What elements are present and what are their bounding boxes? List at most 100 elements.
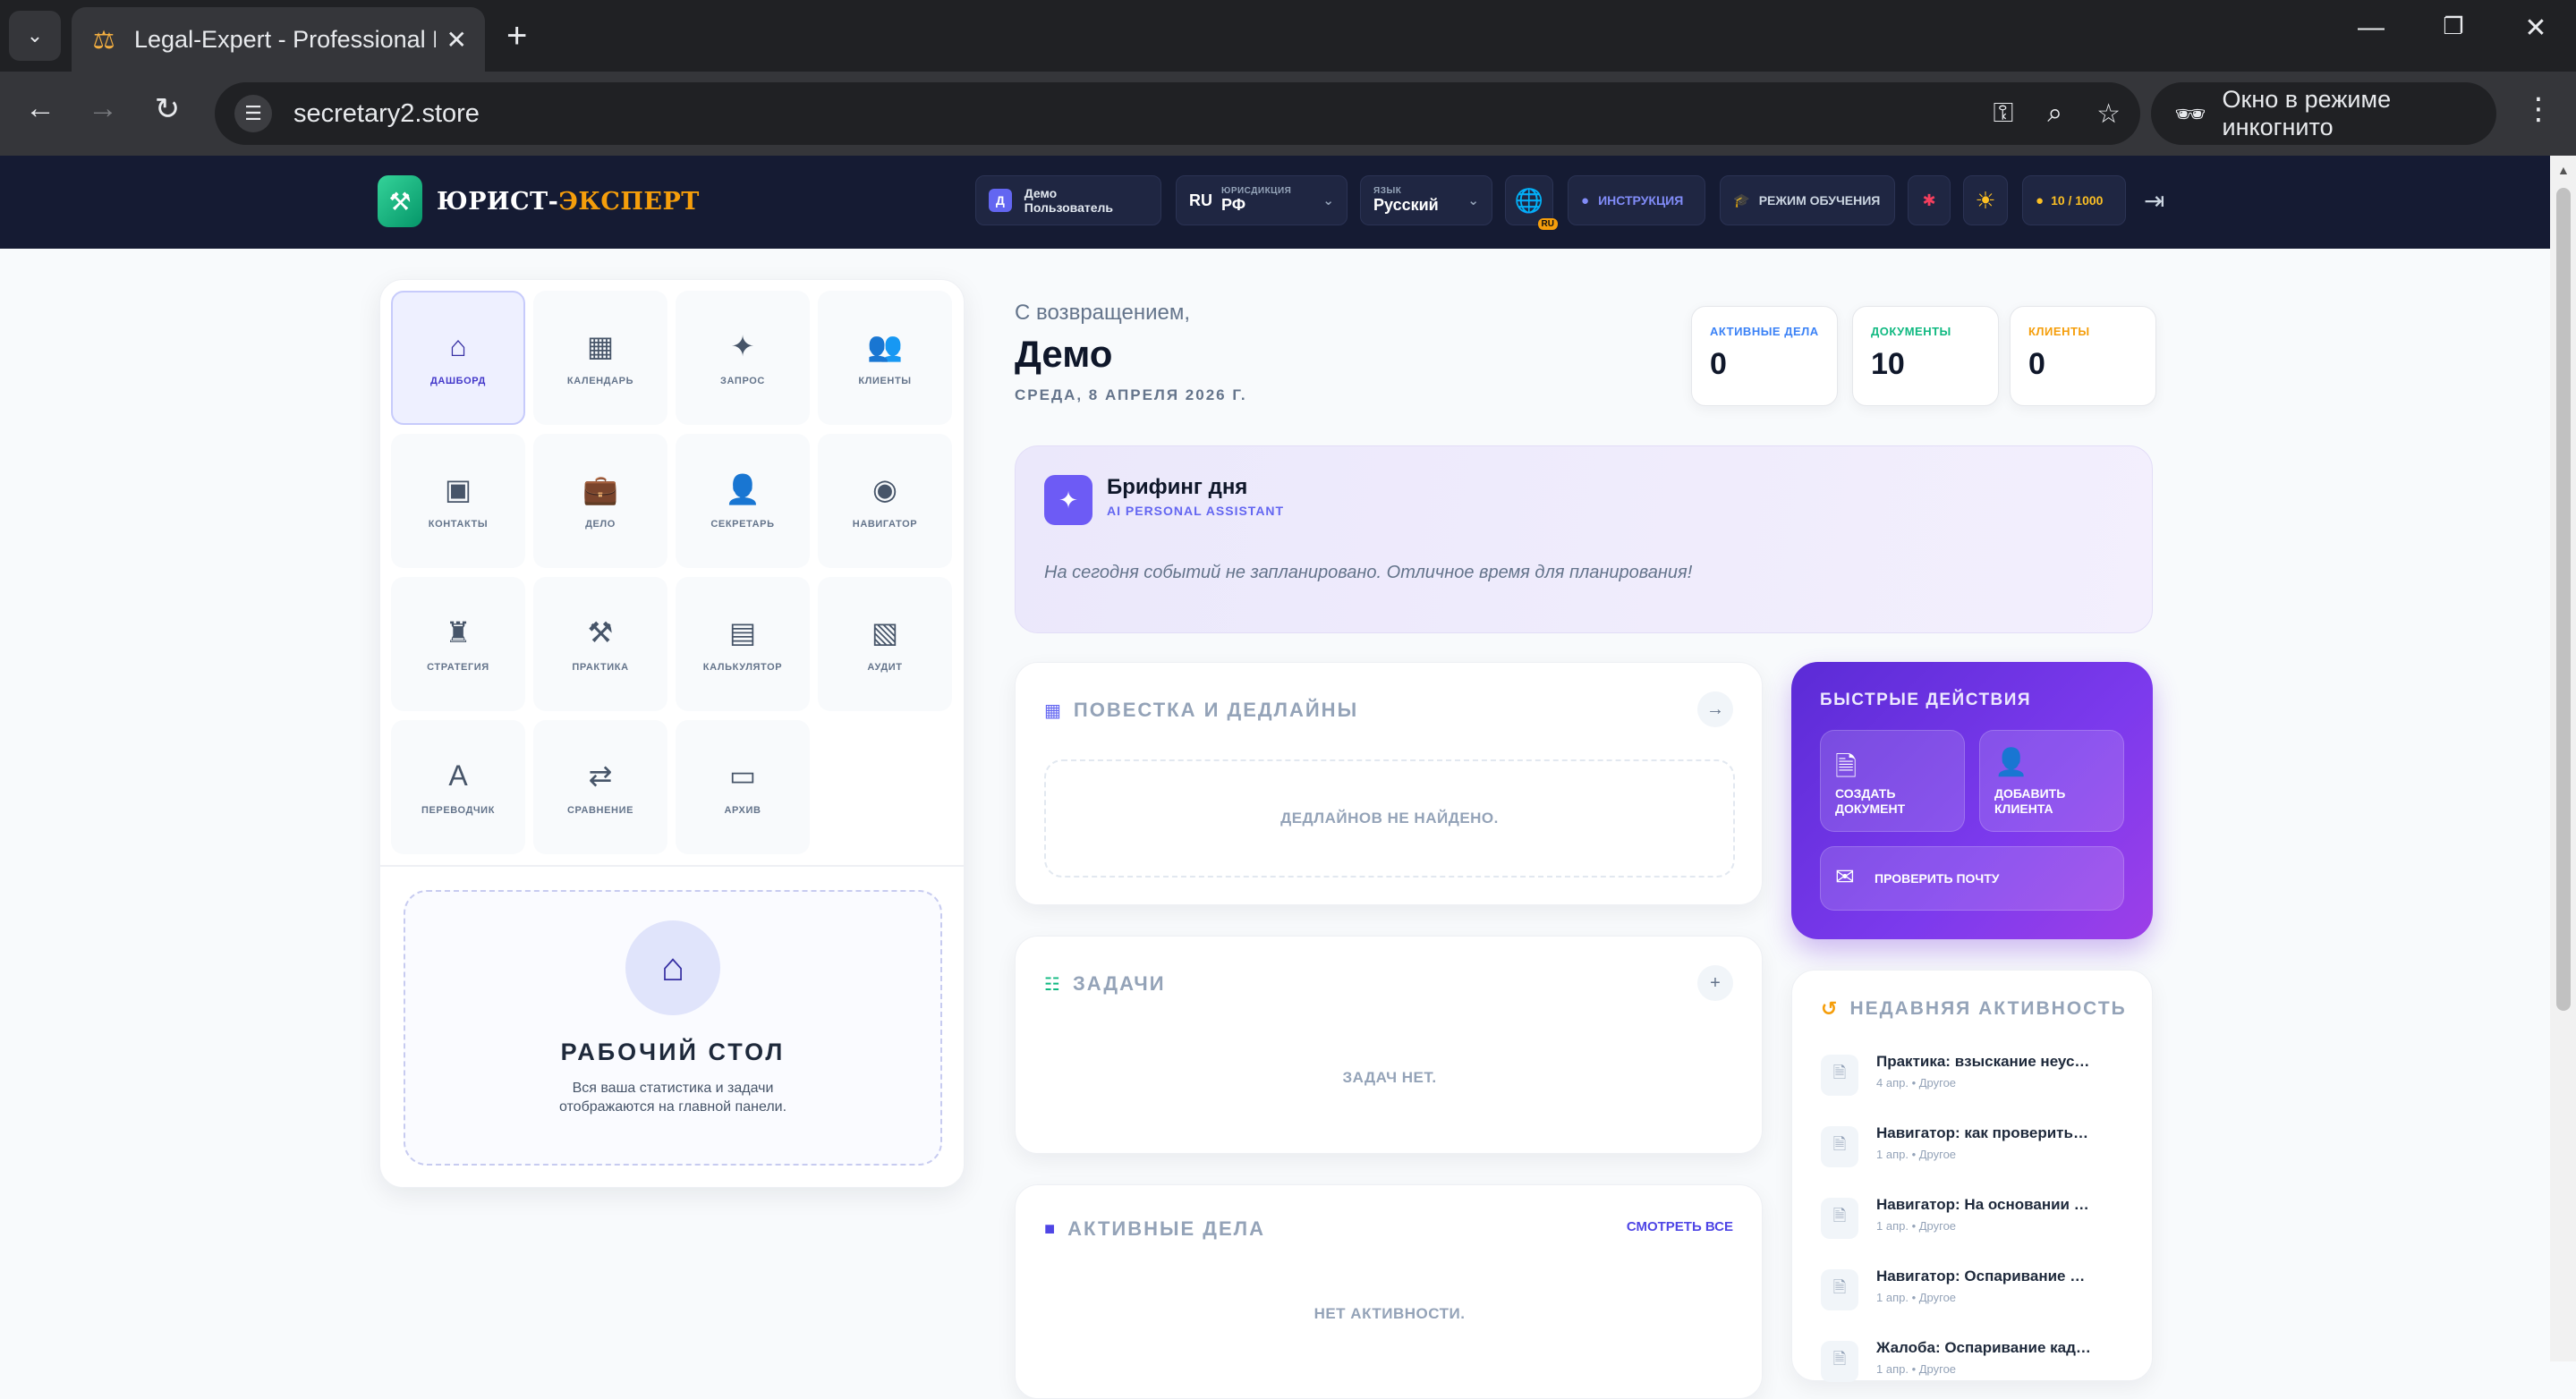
contact-card-icon: ▣	[444, 473, 472, 505]
module-sidebar: ⌂ ДАШБОРД ▦ КАЛЕНДАРЬ ✦ ЗАПРОС 👥 КЛИЕНТЫ ▣ КОНТАК…	[379, 279, 965, 1188]
key-icon[interactable]: ⚿	[1993, 98, 2013, 129]
module-label: КАЛЬКУЛЯТОР	[702, 662, 783, 673]
briefcase-icon: ■	[1044, 1218, 1058, 1239]
globe-button[interactable]: 🌐 RU	[1505, 175, 1558, 230]
module-calendar[interactable]: ▦ КАЛЕНДАРЬ	[533, 291, 667, 425]
quick-actions-card: БЫСТРЫЕ ДЕЙСТВИЯ 🗎 СОЗДАТЬ ДОКУМЕНТ 👤 ДОБ…	[1791, 662, 2153, 939]
jurisdiction-select[interactable]: RU ЮРИСДИКЦИЯ РФ ⌄	[1176, 175, 1348, 225]
module-home[interactable]: ⌂ ДАШБОРД	[391, 291, 525, 425]
stat-value: 0	[2028, 347, 2045, 381]
language-select[interactable]: ЯЗЫК Русский ⌄	[1360, 175, 1492, 225]
module-briefcase[interactable]: 💼 ДЕЛО	[533, 434, 667, 568]
training-mode-button[interactable]: 🎓 РЕЖИМ ОБУЧЕНИЯ	[1720, 175, 1895, 225]
credits-badge[interactable]: ● 10 / 1000	[2022, 175, 2126, 225]
view-all-link[interactable]: СМОТРЕТЬ ВСЕ	[1627, 1219, 1733, 1234]
module-secretary[interactable]: 👤 СЕКРЕТАРЬ	[676, 434, 810, 568]
activity-item[interactable]: 🗎 Жалоба: Оспаривание кадастровой 1 апр. •…	[1821, 1335, 2125, 1393]
instruction-button[interactable]: ● ИНСТРУКЦИЯ	[1568, 175, 1705, 225]
arrow-right-icon[interactable]: →	[1697, 691, 1733, 727]
module-translate[interactable]: A ПЕРЕВОДЧИК	[391, 720, 525, 854]
module-chess[interactable]: ♜ СТРАТЕГИЯ	[391, 577, 525, 711]
tasks-title: ЗАДАЧИ	[1072, 972, 1166, 995]
module-label: ЗАПРОС	[720, 376, 765, 386]
scrollbar-thumb[interactable]	[2556, 188, 2571, 1011]
minimize-button[interactable]: —	[2344, 13, 2398, 43]
create-document-button[interactable]: 🗎 СОЗДАТЬ ДОКУМЕНТ	[1820, 730, 1965, 832]
module-label: АРХИВ	[724, 805, 761, 816]
activity-item[interactable]: 🗎 Практика: взыскание неустойки 4 апр. • Д…	[1821, 1049, 2125, 1106]
activity-item-meta: 1 апр. • Другое	[1876, 1148, 1957, 1161]
quick-actions-title: БЫСТРЫЕ ДЕЙСТВИЯ	[1820, 691, 2032, 709]
module-grid: ⌂ ДАШБОРД ▦ КАЛЕНДАРЬ ✦ ЗАПРОС 👥 КЛИЕНТЫ ▣ КОНТАК…	[391, 291, 955, 854]
logout-icon[interactable]: ⇥	[2144, 186, 2164, 216]
jurisdiction-label: ЮРИСДИКЦИЯ	[1221, 186, 1292, 196]
app-logo[interactable]: ⚒ ЮРИСТ-ЭКСПЕРТ	[378, 175, 700, 227]
add-task-button[interactable]: +	[1697, 965, 1733, 1001]
browser-menu-icon[interactable]: ⋮	[2523, 91, 2554, 127]
back-button[interactable]: ←	[18, 91, 63, 126]
bug-icon: ✱	[1922, 191, 1936, 209]
scroll-up-icon[interactable]: ▲	[2557, 163, 2570, 177]
module-gavel[interactable]: ⚒ ПРАКТИКА	[533, 577, 667, 711]
language-label: ЯЗЫК	[1373, 186, 1402, 196]
incognito-indicator[interactable]: 🕶 Окно в режиме инкогнито	[2151, 82, 2496, 145]
desktop-panel: ⌂ РАБОЧИЙ СТОЛ Вся ваша статистика и зад…	[404, 890, 942, 1166]
site-info-icon[interactable]: ☰	[234, 95, 272, 132]
gavel-icon: ⚒	[587, 616, 614, 649]
globe-icon: 🌐	[1514, 186, 1544, 214]
module-label: ДАШБОРД	[430, 375, 486, 386]
add-client-button[interactable]: 👤 ДОБАВИТЬ КЛИЕНТА	[1979, 730, 2124, 832]
check-mail-button[interactable]: ✉ ПРОВЕРИТЬ ПОЧТУ	[1820, 846, 2124, 911]
activity-item[interactable]: 🗎 Навигатор: На основании какого закона 1 …	[1821, 1192, 2125, 1250]
new-tab-button[interactable]: +	[506, 14, 527, 57]
close-tab-icon[interactable]: ✕	[446, 25, 467, 55]
page-scrollbar[interactable]: ▲	[2550, 156, 2576, 1361]
module-archive[interactable]: ▭ АРХИВ	[676, 720, 810, 854]
module-contact-card[interactable]: ▣ КОНТАКТЫ	[391, 434, 525, 568]
url-text[interactable]: secretary2.store	[293, 99, 1959, 129]
document-icon: 🗎	[1821, 1269, 1858, 1310]
module-compass[interactable]: ◉ НАВИГАТОР	[818, 434, 952, 568]
close-window-button[interactable]: ✕	[2509, 13, 2563, 44]
stat-clients[interactable]: КЛИЕНТЫ 0	[2010, 306, 2156, 406]
user-menu[interactable]: Д Демо Пользователь	[975, 175, 1161, 225]
module-users[interactable]: 👥 КЛИЕНТЫ	[818, 291, 952, 425]
stat-active-cases[interactable]: АКТИВНЫЕ ДЕЛА 0	[1691, 306, 1838, 406]
module-file-shield[interactable]: ▧ АУДИТ	[818, 577, 952, 711]
stat-label: АКТИВНЫЕ ДЕЛА	[1710, 325, 1819, 338]
activity-header: ↺ НЕДАВНЯЯ АКТИВНОСТЬ	[1821, 997, 2127, 1021]
module-compare[interactable]: ⇄ СРАВНЕНИЕ	[533, 720, 667, 854]
language-value: Русский	[1373, 196, 1439, 214]
activity-item[interactable]: 🗎 Навигатор: Оспаривание кадастровой 1 апр…	[1821, 1264, 2125, 1321]
magic-wand-icon: ✦	[1044, 475, 1092, 525]
archive-icon: ▭	[728, 759, 757, 792]
stat-documents[interactable]: ДОКУМЕНТЫ 10	[1852, 306, 1999, 406]
activity-item[interactable]: 🗎 Навигатор: как проверить контрагента 1 а…	[1821, 1121, 2125, 1178]
bug-report-button[interactable]: ✱	[1908, 175, 1951, 225]
document-icon: 🗎	[1821, 1055, 1858, 1096]
tab-search-dropdown[interactable]: ⌄	[9, 11, 61, 61]
bookmark-star-icon[interactable]: ☆	[2096, 98, 2121, 130]
credits-value: 10 / 1000	[2051, 193, 2104, 208]
secretary-icon: 👤	[725, 473, 761, 505]
instruction-label: ИНСТРУКЦИЯ	[1598, 193, 1684, 208]
address-bar[interactable]: ☰ secretary2.store ⚿ ⌕ ☆	[215, 82, 2140, 145]
zoom-icon[interactable]: ⌕	[2047, 98, 2062, 129]
module-magic-wand[interactable]: ✦ ЗАПРОС	[676, 291, 810, 425]
add-client-label: ДОБАВИТЬ КЛИЕНТА	[1994, 786, 2066, 816]
restore-button[interactable]: ❐	[2427, 13, 2480, 40]
forward-button[interactable]: →	[81, 91, 125, 126]
module-calculator[interactable]: ▤ КАЛЬКУЛЯТОР	[676, 577, 810, 711]
current-date: СРЕДА, 8 АПРЕЛЯ 2026 Г.	[1015, 386, 1247, 403]
browser-tab-bar: ⌄ ⚖ Legal-Expert - Professional Legal ✕ …	[0, 0, 2576, 72]
divider	[380, 865, 964, 867]
compass-icon: ◉	[872, 473, 897, 505]
coin-icon: ●	[2036, 192, 2045, 208]
tasks-empty-text: ЗАДАЧ НЕТ.	[1342, 1069, 1437, 1086]
module-label: ПРАКТИКА	[572, 662, 629, 673]
create-document-label: СОЗДАТЬ ДОКУМЕНТ	[1835, 786, 1906, 816]
browser-tab[interactable]: ⚖ Legal-Expert - Professional Legal ✕	[72, 7, 485, 72]
reload-button[interactable]: ↻	[145, 91, 190, 127]
recent-activity-card: ↺ НЕДАВНЯЯ АКТИВНОСТЬ 🗎 Практика: взыскани…	[1791, 970, 2153, 1382]
theme-toggle-button[interactable]: ☀	[1963, 175, 2008, 225]
